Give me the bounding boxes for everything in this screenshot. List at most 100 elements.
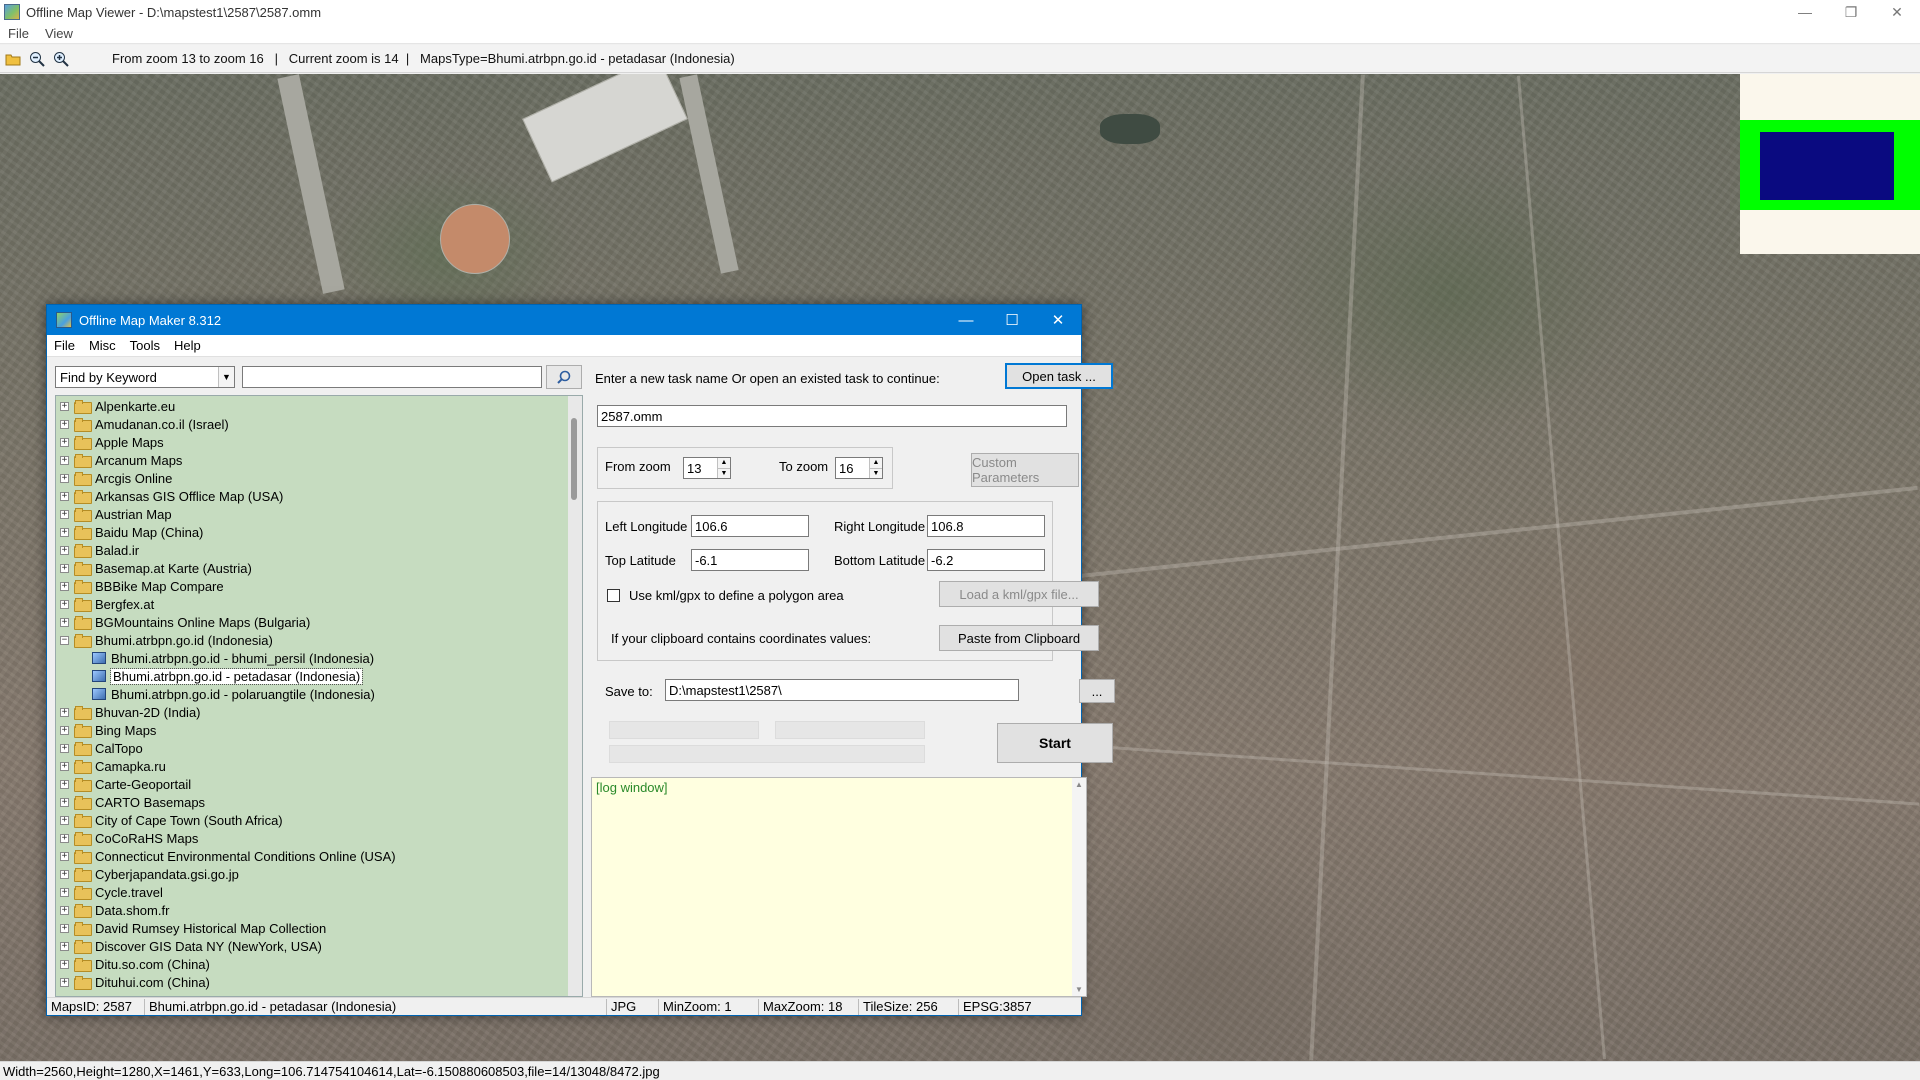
overview-minimap[interactable] bbox=[1740, 74, 1920, 254]
scroll-down-icon[interactable]: ▼ bbox=[1072, 985, 1086, 994]
expand-icon[interactable]: + bbox=[60, 473, 69, 483]
custom-parameters-button[interactable]: Custom Parameters bbox=[971, 453, 1079, 487]
tree-item[interactable]: + Discover GIS Data NY (NewYork, USA) bbox=[60, 937, 322, 955]
expand-icon[interactable]: + bbox=[60, 923, 69, 933]
menu-misc[interactable]: Misc bbox=[82, 338, 123, 353]
restore-icon[interactable]: ❐ bbox=[1828, 0, 1874, 24]
expand-icon[interactable]: + bbox=[60, 437, 69, 447]
collapse-icon[interactable]: − bbox=[60, 635, 69, 645]
task-name-field[interactable]: 2587.omm bbox=[597, 405, 1067, 427]
to-zoom-stepper[interactable]: 16 ▲ ▼ bbox=[835, 457, 883, 479]
expand-icon[interactable]: + bbox=[60, 581, 69, 591]
tree-item[interactable]: Bhumi.atrbpn.go.id - bhumi_persil (Indon… bbox=[92, 649, 374, 667]
log-window[interactable]: [log window] ▲ ▼ bbox=[591, 777, 1087, 997]
expand-icon[interactable]: + bbox=[60, 833, 69, 843]
tree-item[interactable]: − Bhumi.atrbpn.go.id (Indonesia) bbox=[60, 631, 273, 649]
right-longitude-field[interactable]: 106.8 bbox=[927, 515, 1045, 537]
tree-item[interactable]: + Baidu Map (China) bbox=[60, 523, 203, 541]
map-source-tree[interactable]: + Alpenkarte.eu + Amudanan.co.il (Israel) + A… bbox=[55, 395, 583, 997]
expand-icon[interactable]: + bbox=[60, 959, 69, 969]
expand-icon[interactable]: + bbox=[60, 617, 69, 627]
expand-icon[interactable]: + bbox=[60, 527, 69, 537]
menu-tools[interactable]: Tools bbox=[123, 338, 167, 353]
tree-item[interactable]: + CoCoRaHS Maps bbox=[60, 829, 198, 847]
top-latitude-field[interactable]: -6.1 bbox=[691, 549, 809, 571]
paste-clipboard-button[interactable]: Paste from Clipboard bbox=[939, 625, 1099, 651]
expand-icon[interactable]: + bbox=[60, 779, 69, 789]
browse-button[interactable]: ... bbox=[1079, 679, 1115, 703]
dialog-titlebar[interactable]: Offline Map Maker 8.312 — ☐ ✕ bbox=[47, 305, 1081, 335]
tree-scrollbar[interactable] bbox=[568, 396, 582, 996]
tree-item[interactable]: + Connecticut Environmental Conditions On… bbox=[60, 847, 396, 865]
tree-item[interactable]: + Dituhui.com (China) bbox=[60, 973, 210, 991]
menu-file[interactable]: File bbox=[47, 338, 82, 353]
tree-item[interactable]: + Cycle.travel bbox=[60, 883, 163, 901]
expand-icon[interactable]: + bbox=[60, 545, 69, 555]
tree-item[interactable]: + City of Cape Town (South Africa) bbox=[60, 811, 283, 829]
save-to-field[interactable]: D:\mapstest1\2587\ bbox=[665, 679, 1019, 701]
expand-icon[interactable]: + bbox=[60, 599, 69, 609]
tree-item[interactable]: + Alpenkarte.eu bbox=[60, 397, 175, 415]
spin-up-icon[interactable]: ▲ bbox=[718, 458, 730, 468]
close-icon[interactable]: ✕ bbox=[1035, 305, 1081, 335]
tree-item[interactable]: + CalTopo bbox=[60, 739, 143, 757]
expand-icon[interactable]: + bbox=[60, 815, 69, 825]
search-button[interactable] bbox=[546, 365, 582, 389]
expand-icon[interactable]: + bbox=[60, 707, 69, 717]
tree-item[interactable]: + Ditu.so.com (China) bbox=[60, 955, 210, 973]
chevron-down-icon[interactable]: ▼ bbox=[218, 367, 234, 387]
spin-down-icon[interactable]: ▼ bbox=[718, 467, 730, 478]
tree-item[interactable]: + Arkansas GIS Offlice Map (USA) bbox=[60, 487, 283, 505]
spin-up-icon[interactable]: ▲ bbox=[870, 458, 882, 468]
scroll-up-icon[interactable]: ▲ bbox=[1072, 780, 1086, 789]
load-kml-button[interactable]: Load a kml/gpx file... bbox=[939, 581, 1099, 607]
zoom-out-icon[interactable] bbox=[26, 48, 48, 70]
tree-item[interactable]: + Cyberjapandata.gsi.go.jp bbox=[60, 865, 239, 883]
tree-item[interactable]: + Arcanum Maps bbox=[60, 451, 182, 469]
search-mode-select[interactable]: Find by Keyword ▼ bbox=[55, 366, 235, 388]
bottom-latitude-field[interactable]: -6.2 bbox=[927, 549, 1045, 571]
menu-file[interactable]: File bbox=[0, 26, 37, 41]
minimize-icon[interactable]: — bbox=[1782, 0, 1828, 24]
expand-icon[interactable]: + bbox=[60, 869, 69, 879]
tree-item[interactable]: Bhumi.atrbpn.go.id - petadasar (Indonesi… bbox=[92, 667, 364, 685]
kml-polygon-checkbox[interactable] bbox=[607, 589, 620, 602]
zoom-in-icon[interactable] bbox=[50, 48, 72, 70]
expand-icon[interactable]: + bbox=[60, 743, 69, 753]
open-folder-icon[interactable] bbox=[2, 48, 24, 70]
close-icon[interactable]: ✕ bbox=[1874, 0, 1920, 24]
expand-icon[interactable]: + bbox=[60, 419, 69, 429]
tree-item[interactable]: + CARTO Basemaps bbox=[60, 793, 205, 811]
tree-item[interactable]: + BBBike Map Compare bbox=[60, 577, 224, 595]
log-scrollbar[interactable]: ▲ ▼ bbox=[1072, 778, 1086, 996]
tree-scroll-thumb[interactable] bbox=[571, 418, 577, 500]
tree-item[interactable]: + Apple Maps bbox=[60, 433, 164, 451]
expand-icon[interactable]: + bbox=[60, 905, 69, 915]
overview-viewport[interactable] bbox=[1760, 132, 1894, 200]
tree-item[interactable]: + Bergfex.at bbox=[60, 595, 154, 613]
tree-item[interactable]: + Amudanan.co.il (Israel) bbox=[60, 415, 229, 433]
expand-icon[interactable]: + bbox=[60, 887, 69, 897]
expand-icon[interactable]: + bbox=[60, 797, 69, 807]
tree-item[interactable]: + Bhuvan-2D (India) bbox=[60, 703, 201, 721]
tree-item[interactable]: + Basemap.at Karte (Austria) bbox=[60, 559, 252, 577]
start-button[interactable]: Start bbox=[997, 723, 1113, 763]
tree-item[interactable]: + Data.shom.fr bbox=[60, 901, 169, 919]
from-zoom-stepper[interactable]: 13 ▲ ▼ bbox=[683, 457, 731, 479]
tree-item[interactable]: + Arcgis Online bbox=[60, 469, 172, 487]
tree-item[interactable]: + BGMountains Online Maps (Bulgaria) bbox=[60, 613, 310, 631]
expand-icon[interactable]: + bbox=[60, 491, 69, 501]
expand-icon[interactable]: + bbox=[60, 725, 69, 735]
tree-item[interactable]: + Bing Maps bbox=[60, 721, 156, 739]
expand-icon[interactable]: + bbox=[60, 401, 69, 411]
spin-down-icon[interactable]: ▼ bbox=[870, 467, 882, 478]
tree-item[interactable]: + Austrian Map bbox=[60, 505, 172, 523]
open-task-button[interactable]: Open task ... bbox=[1005, 363, 1113, 389]
menu-help[interactable]: Help bbox=[167, 338, 208, 353]
expand-icon[interactable]: + bbox=[60, 563, 69, 573]
expand-icon[interactable]: + bbox=[60, 509, 69, 519]
expand-icon[interactable]: + bbox=[60, 851, 69, 861]
expand-icon[interactable]: + bbox=[60, 761, 69, 771]
tree-item[interactable]: + Carte-Geoportail bbox=[60, 775, 191, 793]
search-input[interactable] bbox=[242, 366, 542, 388]
